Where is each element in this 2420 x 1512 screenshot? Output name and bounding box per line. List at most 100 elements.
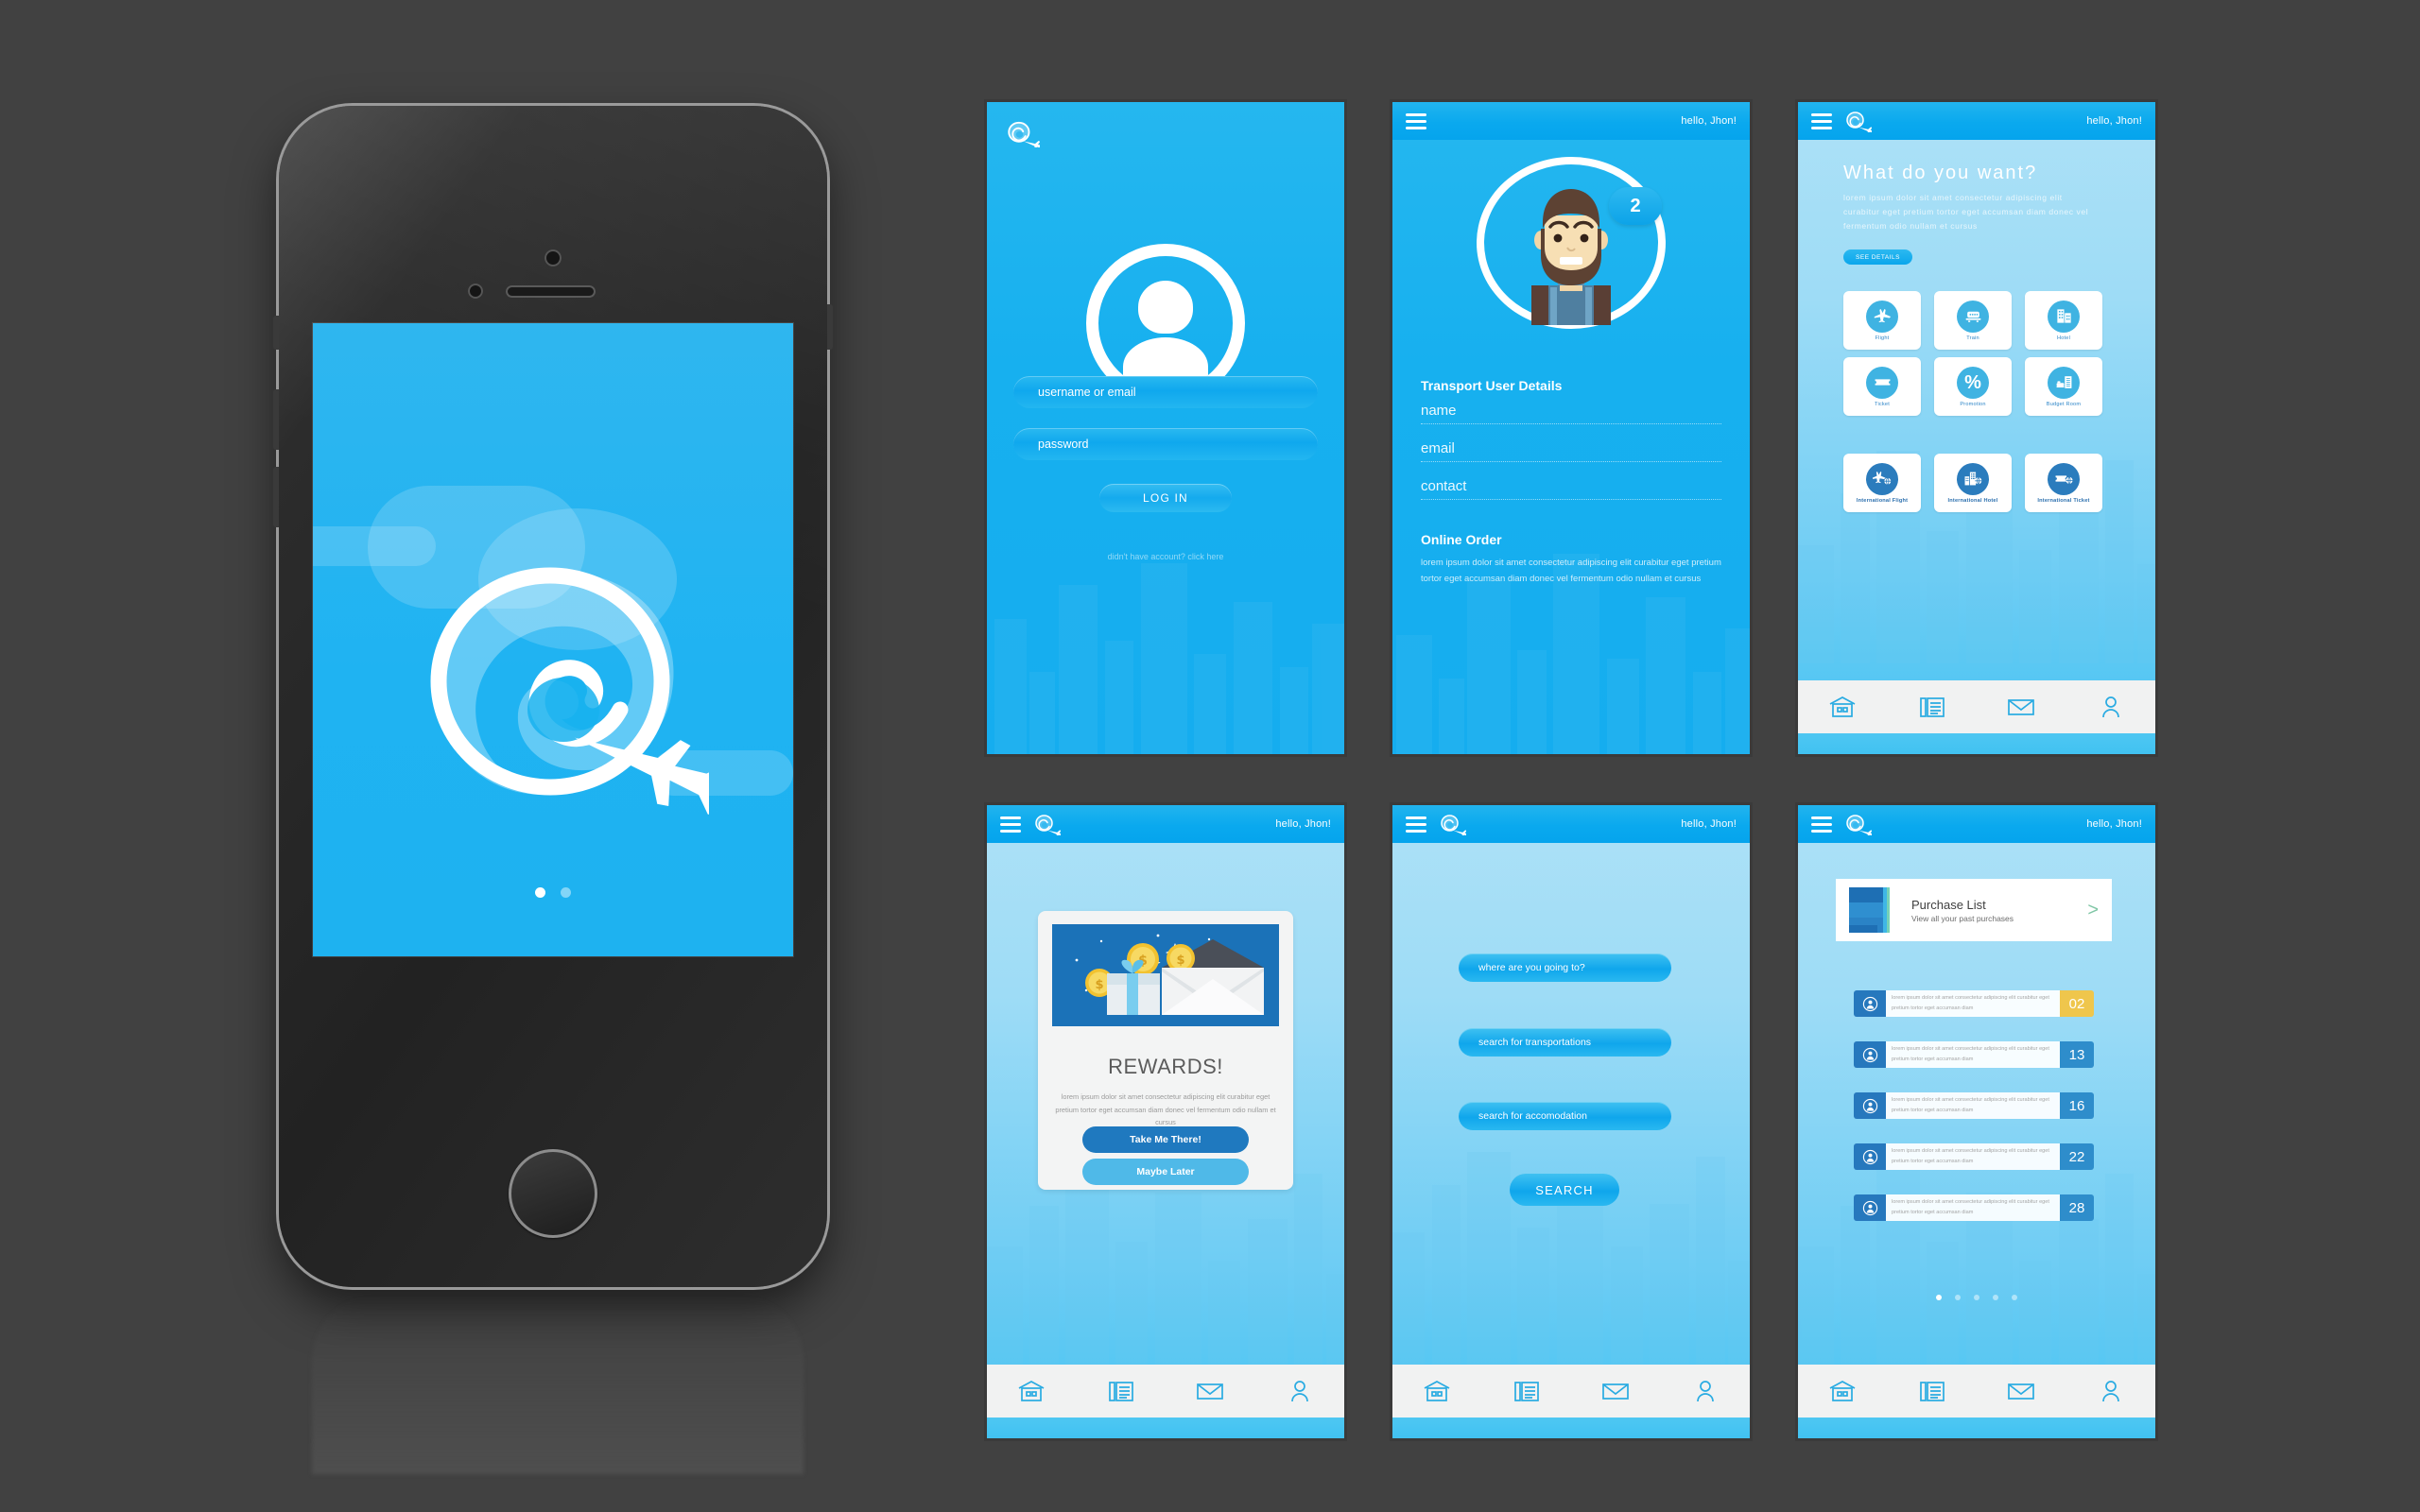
page-dot[interactable] (561, 887, 571, 898)
svg-text:$: $ (1095, 978, 1103, 992)
category-grid-upper: Flight Train Hotel (1843, 291, 2110, 350)
notebook-icon (1849, 887, 1893, 933)
store-icon[interactable] (1826, 1378, 1858, 1404)
list-item-description: lorem ipsum dolor sit amet consectetur a… (1892, 1148, 2049, 1164)
category-grid-middle: Ticket % Promotion Budget Room (1843, 357, 2110, 416)
pager-dot-active[interactable] (1936, 1295, 1942, 1300)
pager-dot[interactable] (1993, 1295, 1998, 1300)
percent-icon: % (1957, 366, 1989, 399)
envelope-icon[interactable] (2005, 1378, 2037, 1404)
tile-label: Hotel (2056, 335, 2071, 341)
proximity-sensor (468, 284, 483, 299)
menu-icon[interactable] (1811, 112, 1832, 129)
accomodation-field[interactable]: search for accomodation (1459, 1102, 1671, 1130)
travel-swirl-plane-logo (1843, 813, 1878, 839)
person-icon[interactable] (1689, 1378, 1721, 1404)
transportation-field[interactable]: search for transportations (1459, 1028, 1671, 1057)
pager-dot[interactable] (2012, 1295, 2017, 1300)
greeting-label: hello, Jhon! (2086, 115, 2142, 127)
travel-swirl-plane-logo (1843, 110, 1878, 136)
person-icon[interactable] (2095, 1378, 2127, 1404)
tile-budget-room[interactable]: Budget Room (2025, 357, 2102, 416)
menu-icon[interactable] (1406, 816, 1426, 833)
signup-link[interactable]: didn't have account? click here (987, 552, 1344, 561)
chevron-right-icon[interactable]: > (2087, 900, 2099, 921)
tile-label: International Ticket (2037, 497, 2090, 504)
train-icon (1957, 300, 1989, 333)
search-button[interactable]: SEARCH (1510, 1174, 1619, 1206)
bottom-strip (1798, 1418, 2155, 1438)
airplane-globe-icon (1866, 462, 1898, 495)
splash-page-dots[interactable] (535, 887, 571, 898)
online-order-text: lorem ipsum dolor sit amet consectetur a… (1421, 558, 1721, 584)
menu-icon[interactable] (1811, 816, 1832, 833)
envelope-icon[interactable] (2005, 694, 2037, 720)
home-button[interactable] (509, 1149, 597, 1238)
username-field[interactable]: username or email (1013, 376, 1318, 408)
person-avatar-icon (1854, 1092, 1886, 1119)
tile-ticket[interactable]: Ticket (1843, 357, 1921, 416)
bed-document-icon (2048, 366, 2080, 399)
tile-train[interactable]: Train (1934, 291, 2012, 350)
page-dot-active[interactable] (535, 887, 545, 898)
take-me-there-button[interactable]: Take Me There! (1082, 1126, 1249, 1153)
newspaper-icon[interactable] (1105, 1378, 1137, 1404)
store-icon[interactable] (1826, 694, 1858, 720)
page-subtitle: lorem ipsum dolor sit amet consectetur a… (1843, 193, 2089, 231)
password-field[interactable]: password (1013, 428, 1318, 460)
person-icon[interactable] (2095, 694, 2127, 720)
person-icon[interactable] (1284, 1378, 1316, 1404)
tile-hotel[interactable]: Hotel (2025, 291, 2102, 350)
page-title: What do you want? (1843, 163, 2038, 183)
bottom-navigation (1798, 1365, 2155, 1418)
tile-international-hotel[interactable]: International Hotel (1934, 454, 2012, 512)
destination-field[interactable]: where are you going to? (1459, 954, 1671, 982)
travel-swirl-plane-logo (397, 532, 735, 816)
newspaper-icon[interactable] (1511, 1378, 1543, 1404)
list-item[interactable]: lorem ipsum dolor sit amet consectetur a… (1854, 1194, 2094, 1221)
phone-volume-up-button (273, 389, 279, 450)
contact-field[interactable]: contact (1421, 478, 1721, 500)
tile-international-flight[interactable]: International Flight (1843, 454, 1921, 512)
list-item[interactable]: lorem ipsum dolor sit amet consectetur a… (1854, 990, 2094, 1017)
pager-dot[interactable] (1974, 1295, 1979, 1300)
menu-icon[interactable] (1406, 112, 1426, 129)
tile-label: Flight (1875, 335, 1890, 341)
purchase-list-header-card[interactable]: Purchase List View all your past purchas… (1836, 879, 2112, 941)
list-item[interactable]: lorem ipsum dolor sit amet consectetur a… (1854, 1092, 2094, 1119)
list-item-number: 02 (2060, 990, 2094, 1017)
login-button[interactable]: LOG IN (1099, 484, 1232, 512)
email-field[interactable]: email (1421, 440, 1721, 462)
see-details-button[interactable]: SEE DETAILS (1843, 249, 1912, 265)
tile-promotion[interactable]: % Promotion (1934, 357, 2012, 416)
newspaper-icon[interactable] (1916, 694, 1948, 720)
gift-coins-envelope-illustration: $ $ $ $ (1052, 924, 1279, 1026)
tile-label: Train (1966, 335, 1979, 341)
app-bar: hello, Jhon! (1392, 805, 1750, 843)
envelope-icon[interactable] (1599, 1378, 1632, 1404)
list-item-text: lorem ipsum dolor sit amet consectetur a… (1886, 990, 2060, 1017)
maybe-later-button[interactable]: Maybe Later (1082, 1159, 1249, 1185)
name-field[interactable]: name (1421, 403, 1721, 424)
menu-icon[interactable] (1000, 816, 1021, 833)
app-bar: hello, Jhon! (1798, 102, 2155, 140)
bearded-man-avatar (1516, 174, 1626, 325)
list-item[interactable]: lorem ipsum dolor sit amet consectetur a… (1854, 1143, 2094, 1170)
phone-power-button (827, 304, 833, 350)
envelope-icon[interactable] (1194, 1378, 1226, 1404)
building-icon (2048, 300, 2080, 333)
pager-dots[interactable] (1798, 1295, 2155, 1300)
ticket-globe-icon (2048, 462, 2080, 495)
tile-flight[interactable]: Flight (1843, 291, 1921, 350)
earpiece-speaker (506, 285, 596, 298)
tile-international-ticket[interactable]: International Ticket (2025, 454, 2102, 512)
login-screen: username or email password LOG IN didn't… (987, 102, 1344, 754)
list-item[interactable]: lorem ipsum dolor sit amet consectetur a… (1854, 1041, 2094, 1068)
store-icon[interactable] (1421, 1378, 1453, 1404)
newspaper-icon[interactable] (1916, 1378, 1948, 1404)
rewards-card: $ $ $ $ REWARDS! lorem ipsum d (1038, 911, 1293, 1190)
pager-dot[interactable] (1955, 1295, 1961, 1300)
smartphone-mockup (273, 106, 833, 1287)
list-item-description: lorem ipsum dolor sit amet consectetur a… (1892, 1097, 2049, 1113)
store-icon[interactable] (1015, 1378, 1047, 1404)
